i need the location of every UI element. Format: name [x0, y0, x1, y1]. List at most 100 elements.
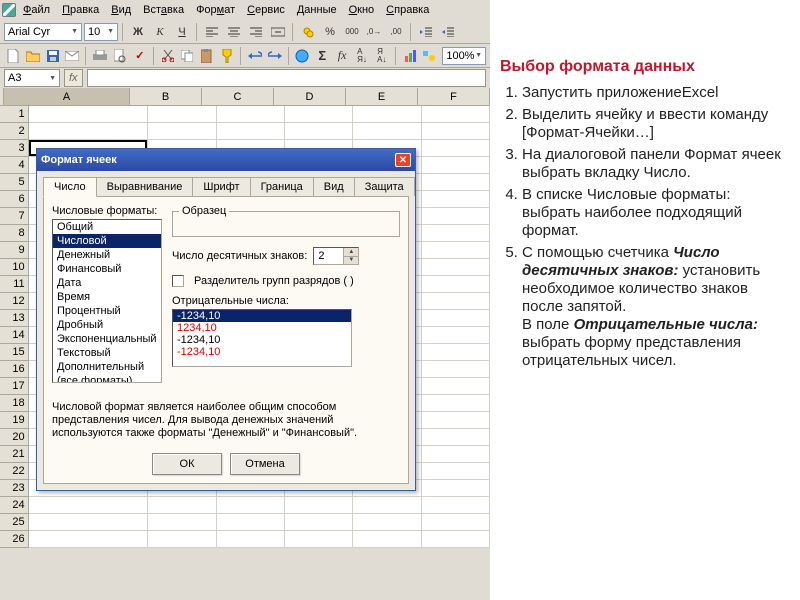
row-header[interactable]: 13 — [0, 310, 29, 327]
row-header[interactable]: 11 — [0, 276, 29, 293]
cell[interactable] — [217, 106, 285, 123]
row-header[interactable]: 17 — [0, 378, 29, 395]
tab-5[interactable]: Защита — [354, 177, 415, 196]
cell[interactable] — [353, 514, 421, 531]
menu-edit[interactable]: Правка — [57, 2, 104, 18]
cell[interactable] — [422, 293, 490, 310]
cell[interactable] — [422, 378, 490, 395]
menu-insert[interactable]: Вставка — [138, 2, 189, 18]
menu-format[interactable]: Формат — [191, 2, 240, 18]
email-button[interactable] — [64, 46, 82, 66]
column-header[interactable]: B — [130, 88, 202, 106]
percent-button[interactable]: % — [320, 22, 340, 42]
row-header[interactable]: 19 — [0, 412, 29, 429]
row-header[interactable]: 14 — [0, 327, 29, 344]
chart-wizard-button[interactable] — [401, 46, 419, 66]
list-item[interactable]: -1234,10 — [173, 346, 351, 358]
copy-button[interactable] — [179, 46, 197, 66]
menu-window[interactable]: Окно — [344, 2, 380, 18]
cell[interactable] — [148, 106, 216, 123]
row-header[interactable]: 23 — [0, 480, 29, 497]
cell[interactable] — [422, 429, 490, 446]
cell[interactable] — [422, 531, 490, 548]
cell[interactable] — [353, 123, 421, 140]
cell[interactable] — [148, 497, 216, 514]
cell[interactable] — [29, 497, 149, 514]
row-header[interactable]: 2 — [0, 123, 29, 140]
menu-file[interactable]: Файл — [18, 2, 55, 18]
name-box[interactable]: A3▼ — [4, 69, 60, 87]
cell[interactable] — [422, 412, 490, 429]
cell[interactable] — [29, 531, 149, 548]
decrease-decimal-button[interactable]: ,00 — [386, 22, 406, 42]
spin-down-icon[interactable]: ▼ — [344, 257, 358, 265]
list-item[interactable]: Общий — [53, 220, 161, 234]
cell[interactable] — [353, 497, 421, 514]
cell[interactable] — [422, 497, 490, 514]
cell[interactable] — [29, 106, 149, 123]
cell[interactable] — [217, 531, 285, 548]
cell[interactable] — [422, 395, 490, 412]
increase-decimal-button[interactable]: ,0→ — [364, 22, 384, 42]
comma-style-button[interactable]: 000 — [342, 22, 362, 42]
autosum-button[interactable]: Σ — [313, 46, 331, 66]
cell[interactable] — [422, 327, 490, 344]
cell[interactable] — [422, 310, 490, 327]
list-item[interactable]: Дата — [53, 276, 161, 290]
align-right-button[interactable] — [246, 22, 266, 42]
cell[interactable] — [422, 463, 490, 480]
cell[interactable] — [422, 514, 490, 531]
row-header[interactable]: 8 — [0, 225, 29, 242]
currency-button[interactable] — [298, 22, 318, 42]
fx-icon[interactable]: fx — [64, 69, 83, 87]
thousands-separator-checkbox[interactable] — [172, 275, 184, 287]
cell[interactable] — [422, 225, 490, 242]
negatives-list[interactable]: -1234,101234,10-1234,10-1234,10 — [172, 309, 352, 367]
formula-input[interactable] — [87, 69, 486, 87]
cell[interactable] — [353, 106, 421, 123]
cell[interactable] — [422, 140, 490, 157]
redo-button[interactable] — [266, 46, 284, 66]
cell[interactable] — [422, 361, 490, 378]
cell[interactable] — [422, 157, 490, 174]
menu-help[interactable]: Справка — [381, 2, 434, 18]
cancel-button[interactable]: Отмена — [230, 453, 300, 475]
ok-button[interactable]: ОК — [152, 453, 222, 475]
undo-button[interactable] — [246, 46, 264, 66]
row-header[interactable]: 24 — [0, 497, 29, 514]
cell[interactable] — [422, 344, 490, 361]
hyperlink-button[interactable] — [294, 46, 312, 66]
sort-asc-button[interactable]: АЯ↓ — [353, 46, 371, 66]
cell[interactable] — [422, 259, 490, 276]
row-header[interactable]: 16 — [0, 361, 29, 378]
row-header[interactable]: 18 — [0, 395, 29, 412]
paste-button[interactable] — [198, 46, 216, 66]
row-header[interactable]: 5 — [0, 174, 29, 191]
cell[interactable] — [353, 531, 421, 548]
column-header[interactable]: D — [274, 88, 346, 106]
column-header[interactable]: E — [346, 88, 418, 106]
cell[interactable] — [148, 531, 216, 548]
row-header[interactable]: 25 — [0, 514, 29, 531]
list-item[interactable]: (все форматы) — [53, 374, 161, 383]
list-item[interactable]: Процентный — [53, 304, 161, 318]
row-header[interactable]: 12 — [0, 293, 29, 310]
tab-2[interactable]: Шрифт — [192, 177, 250, 196]
align-left-button[interactable] — [202, 22, 222, 42]
menu-tools[interactable]: Сервис — [242, 2, 290, 18]
column-header[interactable]: F — [418, 88, 490, 106]
cell[interactable] — [285, 106, 353, 123]
cell[interactable] — [422, 174, 490, 191]
close-button[interactable]: ✕ — [395, 153, 411, 167]
cell[interactable] — [285, 514, 353, 531]
cell[interactable] — [29, 514, 149, 531]
italic-button[interactable]: К — [150, 22, 170, 42]
sort-desc-button[interactable]: ЯА↓ — [373, 46, 391, 66]
cell[interactable] — [422, 242, 490, 259]
print-button[interactable] — [91, 46, 109, 66]
list-item[interactable]: Денежный — [53, 248, 161, 262]
row-header[interactable]: 20 — [0, 429, 29, 446]
bold-button[interactable]: Ж — [128, 22, 148, 42]
tab-4[interactable]: Вид — [313, 177, 355, 196]
cell[interactable] — [285, 497, 353, 514]
